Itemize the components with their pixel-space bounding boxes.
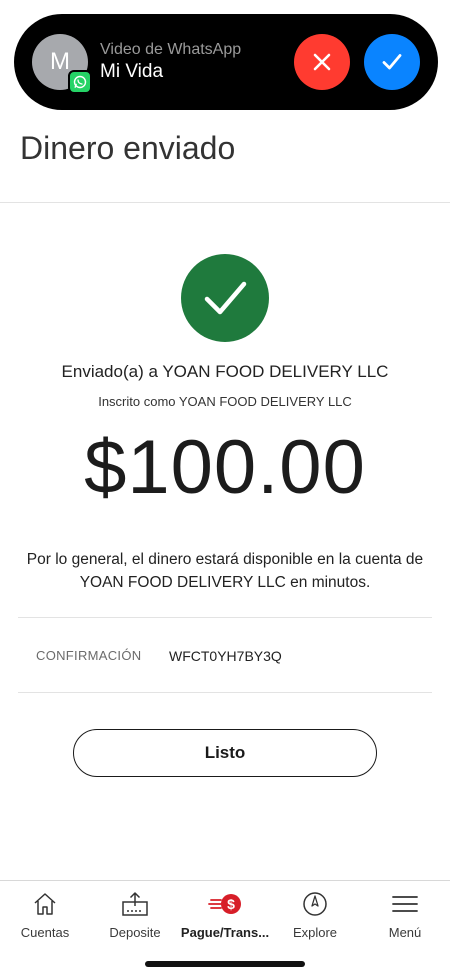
- availability-note: Por lo general, el dinero estará disponi…: [26, 551, 424, 591]
- call-info: Video de WhatsApp Mi Vida: [100, 41, 294, 83]
- home-indicator[interactable]: [145, 961, 305, 967]
- check-circle-icon: [181, 254, 269, 342]
- divider: [18, 617, 432, 618]
- divider: [18, 692, 432, 693]
- divider: [0, 202, 450, 203]
- tab-label: Deposite: [109, 925, 161, 940]
- x-icon: [313, 53, 331, 71]
- confirmation-label: CONFIRMACIÓN: [36, 648, 142, 663]
- tab-menu[interactable]: Menú: [360, 881, 450, 976]
- tab-label: Cuentas: [20, 925, 70, 940]
- incoming-call-banner[interactable]: M Video de WhatsApp Mi Vida: [14, 14, 438, 110]
- caller-avatar-initial: M: [50, 48, 70, 75]
- registered-as-line: Inscrito como YOAN FOOD DELIVERY LLC: [98, 394, 352, 409]
- hamburger-menu-icon: [392, 896, 418, 912]
- tab-label: Explore: [292, 925, 338, 940]
- caller-avatar: M: [32, 34, 92, 94]
- tab-label: Pague/Trans...: [180, 925, 270, 940]
- compass-icon: [303, 892, 327, 916]
- check-icon: [382, 54, 402, 70]
- pay-transfer-icon: $: [208, 894, 241, 914]
- amount-sent: $100.00: [84, 425, 366, 510]
- deposit-upload-icon: [122, 892, 148, 916]
- tab-label: Menú: [388, 925, 422, 940]
- whatsapp-icon: [68, 70, 92, 94]
- caller-name: Mi Vida: [100, 61, 164, 82]
- svg-text:$: $: [227, 896, 235, 912]
- house-icon: [34, 893, 56, 915]
- decline-call-button[interactable]: [294, 34, 350, 90]
- page-title: Dinero enviado: [20, 130, 236, 166]
- accept-call-button[interactable]: [364, 34, 420, 90]
- tab-cuentas[interactable]: Cuentas: [0, 881, 90, 976]
- done-button[interactable]: Listo: [73, 729, 377, 777]
- confirmation-number: WFCT0YH7BY3Q: [169, 648, 282, 664]
- recipient-line: Enviado(a) a YOAN FOOD DELIVERY LLC: [61, 362, 389, 381]
- call-type-label: Video de WhatsApp: [100, 41, 242, 58]
